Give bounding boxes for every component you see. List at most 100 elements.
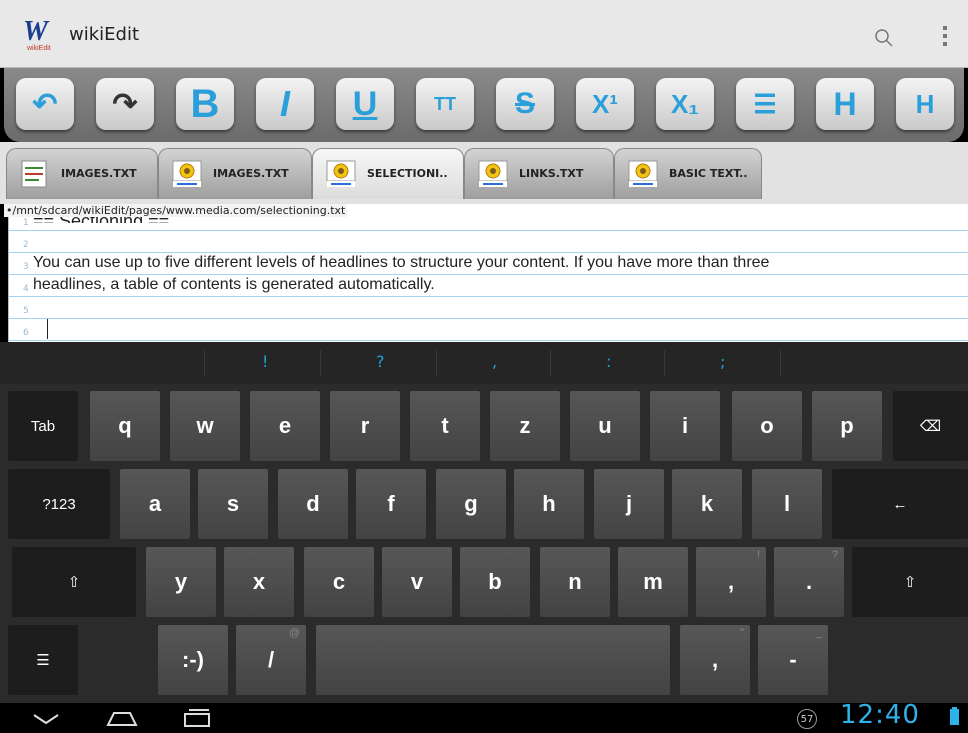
key-c[interactable]: c xyxy=(304,547,374,617)
key-label: , xyxy=(727,569,735,594)
undo-button[interactable]: ↶ xyxy=(16,78,74,130)
key-hint: ! xyxy=(756,549,760,561)
key-z[interactable]: z xyxy=(490,391,560,461)
key-hint: @ xyxy=(288,627,300,639)
quote-key[interactable]: , " xyxy=(680,625,750,695)
suggestion-item[interactable]: ; xyxy=(720,352,725,371)
key-u[interactable]: u xyxy=(570,391,640,461)
key-label: - xyxy=(789,647,797,672)
key-a[interactable]: a xyxy=(120,469,190,539)
key-f[interactable]: f xyxy=(356,469,426,539)
key-h[interactable]: h xyxy=(514,469,584,539)
key-i[interactable]: i xyxy=(650,391,720,461)
superscript-button[interactable]: X¹ xyxy=(576,78,634,130)
key-q[interactable]: q xyxy=(90,391,160,461)
key-label: w xyxy=(196,413,214,438)
underline-button[interactable]: U xyxy=(336,78,394,130)
tab-key[interactable]: Tab xyxy=(8,391,78,461)
dash-key[interactable]: - _ xyxy=(758,625,828,695)
formatting-toolbar: ↶↷BIUTTSX¹X₁☰HHHH xyxy=(4,68,964,142)
key-label: s xyxy=(226,491,240,516)
key-b[interactable]: b xyxy=(460,547,530,617)
key-x[interactable]: x xyxy=(224,547,294,617)
key-g[interactable]: g xyxy=(436,469,506,539)
suggestion-item[interactable]: ? xyxy=(376,352,385,371)
key-l[interactable]: l xyxy=(752,469,822,539)
heading-button[interactable]: H xyxy=(816,78,874,130)
settings-key[interactable]: ☰ xyxy=(8,625,78,695)
enter-key[interactable]: ← xyxy=(832,469,968,539)
shift-left-key[interactable]: ⇧ xyxy=(12,547,136,617)
key-w[interactable]: w xyxy=(170,391,240,461)
horizontal-rule-button[interactable]: ☰ xyxy=(736,78,794,130)
key-period[interactable]: .? xyxy=(774,547,844,617)
key-label: Tab xyxy=(30,417,56,435)
editor-line[interactable]: 2 xyxy=(9,230,968,253)
key-s[interactable]: s xyxy=(198,469,268,539)
slash-key[interactable]: / @ xyxy=(236,625,306,695)
tab-links-txt[interactable]: LINKS.TXT xyxy=(464,148,614,199)
suggestion-item[interactable]: ! xyxy=(262,352,268,371)
horizontal-rule-icon: ☰ xyxy=(753,88,777,119)
wikiedit-logo-icon: W wikiEdit xyxy=(23,16,51,52)
tab-images-txt[interactable]: IMAGES.TXT xyxy=(158,148,312,199)
monospace-button[interactable]: TT xyxy=(416,78,474,130)
search-icon[interactable] xyxy=(870,24,900,54)
home-icon[interactable] xyxy=(104,709,140,727)
key-r[interactable]: r xyxy=(330,391,400,461)
key-y[interactable]: y xyxy=(146,547,216,617)
suggestion-divider xyxy=(204,350,205,376)
key-j[interactable]: j xyxy=(594,469,664,539)
key-label: t xyxy=(441,413,449,438)
notepad-icon xyxy=(19,159,51,189)
key-m[interactable]: m xyxy=(618,547,688,617)
recent-apps-icon[interactable] xyxy=(180,708,214,728)
key-label: , xyxy=(711,647,719,672)
editor-line[interactable]: 5 xyxy=(9,296,968,319)
text-editor[interactable]: 1 == Sectioning == 2 3 You can use up to fiv… xyxy=(8,204,968,342)
subscript-button[interactable]: X₁ xyxy=(656,78,714,130)
key-label: e xyxy=(278,413,292,438)
editor-line[interactable]: 6 xyxy=(9,318,968,341)
back-icon[interactable] xyxy=(30,711,62,727)
editor-line[interactable]: 3 You can use up to five different levels… xyxy=(9,252,968,275)
line-number: 3 xyxy=(23,262,29,272)
bold-button[interactable]: B xyxy=(176,78,234,130)
overflow-menu-icon[interactable] xyxy=(935,22,955,52)
key-label: ?123 xyxy=(42,495,76,513)
suggestion-item[interactable]: : xyxy=(606,352,611,371)
key-label: g xyxy=(464,491,478,516)
backspace-key[interactable]: ⌫ xyxy=(893,391,968,461)
tab-basic-text[interactable]: BASIC TEXT.. xyxy=(614,148,762,199)
key-n[interactable]: n xyxy=(540,547,610,617)
heading-level-1-icon: H xyxy=(915,88,935,119)
key-p[interactable]: p xyxy=(812,391,882,461)
strikethrough-button[interactable]: S xyxy=(496,78,554,130)
key-d[interactable]: d xyxy=(278,469,348,539)
key-,[interactable]: ,! xyxy=(696,547,766,617)
superscript-icon: X¹ xyxy=(592,88,618,119)
underline-icon: U xyxy=(352,84,378,123)
smiley-key[interactable]: :-) xyxy=(158,625,228,695)
key-hint: " xyxy=(740,627,744,639)
key-k[interactable]: k xyxy=(672,469,742,539)
key-v[interactable]: v xyxy=(382,547,452,617)
key-label: j xyxy=(625,491,633,516)
key-e[interactable]: e xyxy=(250,391,320,461)
tab-label: SELECTIONI.. xyxy=(367,167,448,180)
tab-selectioni[interactable]: SELECTIONI.. xyxy=(312,148,464,199)
notification-count-badge[interactable]: 57 xyxy=(797,709,817,729)
key-o[interactable]: o xyxy=(732,391,802,461)
tab-images-txt[interactable]: IMAGES.TXT xyxy=(6,148,158,199)
editor-line[interactable]: 4 headlines, a table of contents is gener… xyxy=(9,274,968,297)
redo-button[interactable]: ↷ xyxy=(96,78,154,130)
key-label: p xyxy=(840,413,854,438)
symbols-key[interactable]: ?123 xyxy=(8,469,110,539)
space-key[interactable] xyxy=(316,625,670,695)
italic-button[interactable]: I xyxy=(256,78,314,130)
heading-level-1-button[interactable]: H xyxy=(896,78,954,130)
suggestion-item[interactable]: , xyxy=(492,352,497,371)
shift-right-key[interactable]: ⇧ xyxy=(852,547,968,617)
key-t[interactable]: t xyxy=(410,391,480,461)
mediawiki-icon xyxy=(325,159,357,189)
